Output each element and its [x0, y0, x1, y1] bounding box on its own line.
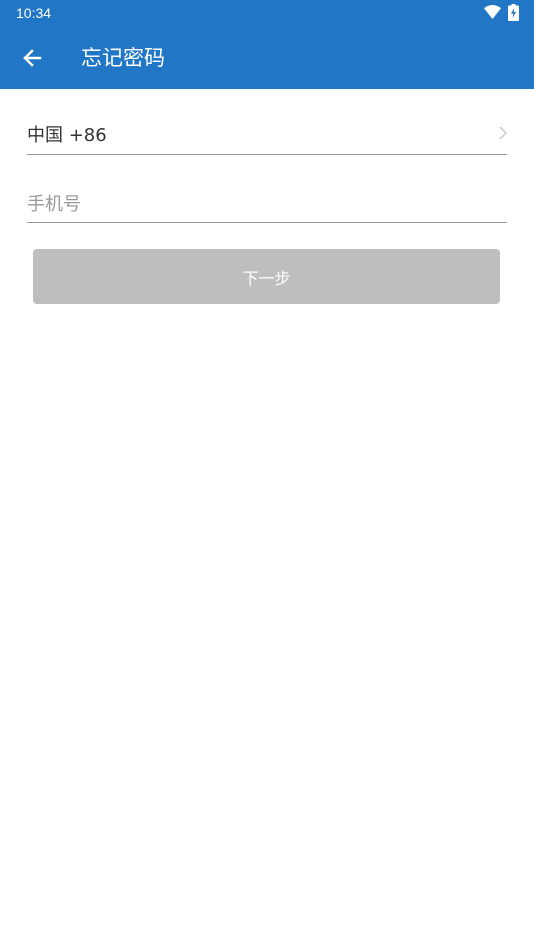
phone-input[interactable]	[27, 190, 507, 218]
chevron-right-icon	[499, 126, 507, 140]
toolbar: 忘记密码	[0, 27, 534, 89]
country-code-selector[interactable]: 中国 +86	[27, 118, 507, 155]
page-title: 忘记密码	[81, 46, 165, 70]
wifi-icon	[484, 5, 501, 19]
country-code-label: 中国 +86	[27, 125, 107, 146]
phone-field	[27, 186, 507, 223]
battery-charging-icon	[508, 4, 519, 21]
status-time: 10:34	[16, 5, 52, 21]
app-header: 10:34 忘记密码	[0, 0, 534, 89]
next-step-button[interactable]: 下一步	[33, 249, 500, 304]
back-button[interactable]	[10, 36, 54, 80]
arrow-left-icon	[23, 49, 42, 67]
status-bar: 10:34	[0, 0, 534, 27]
